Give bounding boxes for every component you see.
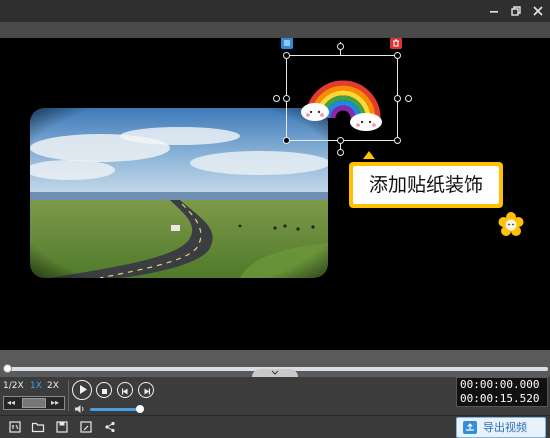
resize-handle-middle-right[interactable] <box>394 95 401 102</box>
playback-controls: 1/2X 1X 2X ◂◂ ▸▸ 00:00:00.000 00:00:15.5… <box>0 377 550 415</box>
resize-handle-top-center[interactable] <box>337 43 344 50</box>
volume-slider-knob[interactable] <box>136 405 144 413</box>
speed-half[interactable]: 1/2X <box>3 379 24 393</box>
rotate-handle-right[interactable] <box>405 95 412 102</box>
open-folder-icon[interactable] <box>31 420 45 434</box>
speed-2x[interactable]: 2X <box>47 379 59 393</box>
resize-handle-top-right[interactable] <box>394 52 401 59</box>
new-project-icon[interactable] <box>8 420 22 434</box>
rotate-handle-left[interactable] <box>273 95 280 102</box>
trash-icon[interactable] <box>390 38 402 49</box>
video-frame-landscape <box>30 108 328 278</box>
save-icon[interactable] <box>55 420 69 434</box>
tooltip-arrow <box>363 151 375 159</box>
resize-handle-top-left[interactable] <box>283 52 290 59</box>
rotate-handle-bottom-center[interactable] <box>337 149 344 156</box>
minimize-icon[interactable] <box>486 3 502 19</box>
speed-scrubber[interactable]: ◂◂ ▸▸ <box>3 396 65 410</box>
fast-forward-icon[interactable]: ▸▸ <box>51 397 59 409</box>
video-editor-window: 添加贴纸装饰 1/2X 1X 2X ◂◂ ▸▸ 00:00:00.000 00:… <box>0 0 550 438</box>
layers-icon[interactable] <box>281 38 293 49</box>
resize-handle-middle-left[interactable] <box>283 95 290 102</box>
time-display: 00:00:00.000 00:00:15.520 <box>456 377 548 407</box>
save-as-icon[interactable] <box>79 420 93 434</box>
rainbow-sticker[interactable] <box>300 68 386 132</box>
stop-icon[interactable] <box>96 382 112 398</box>
close-icon[interactable] <box>530 3 546 19</box>
play-icon[interactable] <box>72 380 92 400</box>
tooltip-add-sticker: 添加贴纸装饰 <box>349 162 503 208</box>
tooltip-text: 添加贴纸装饰 <box>353 166 499 204</box>
resize-handle-bottom-right[interactable] <box>394 137 401 144</box>
divider <box>68 380 69 411</box>
share-icon[interactable] <box>103 420 117 434</box>
flower-sticker[interactable] <box>498 212 524 238</box>
resize-handle-bottom-left[interactable] <box>283 137 290 144</box>
next-frame-icon[interactable] <box>138 382 154 398</box>
total-time: 00:00:15.520 <box>460 392 540 405</box>
fast-rewind-icon[interactable]: ◂◂ <box>7 397 15 409</box>
previous-frame-icon[interactable] <box>117 382 133 398</box>
scrubber-thumb[interactable] <box>22 398 46 408</box>
export-video-icon <box>463 421 477 434</box>
export-video-button[interactable]: 导出视频 <box>456 417 546 438</box>
timeline-playhead[interactable] <box>3 364 12 373</box>
export-video-label: 导出视频 <box>483 421 527 434</box>
resize-handle-bottom-center[interactable] <box>337 137 344 144</box>
speed-1x[interactable]: 1X <box>30 379 42 393</box>
current-time: 00:00:00.000 <box>460 378 540 391</box>
restore-icon[interactable] <box>508 3 524 19</box>
timeline-bar <box>0 350 550 377</box>
toolbar-strip <box>0 22 550 38</box>
bottom-toolbar: 导出视频 <box>0 415 550 438</box>
volume-slider[interactable] <box>90 408 139 411</box>
chevron-down-icon[interactable] <box>252 369 298 377</box>
preview-canvas[interactable]: 添加贴纸装饰 <box>0 38 550 350</box>
title-bar <box>0 0 550 22</box>
